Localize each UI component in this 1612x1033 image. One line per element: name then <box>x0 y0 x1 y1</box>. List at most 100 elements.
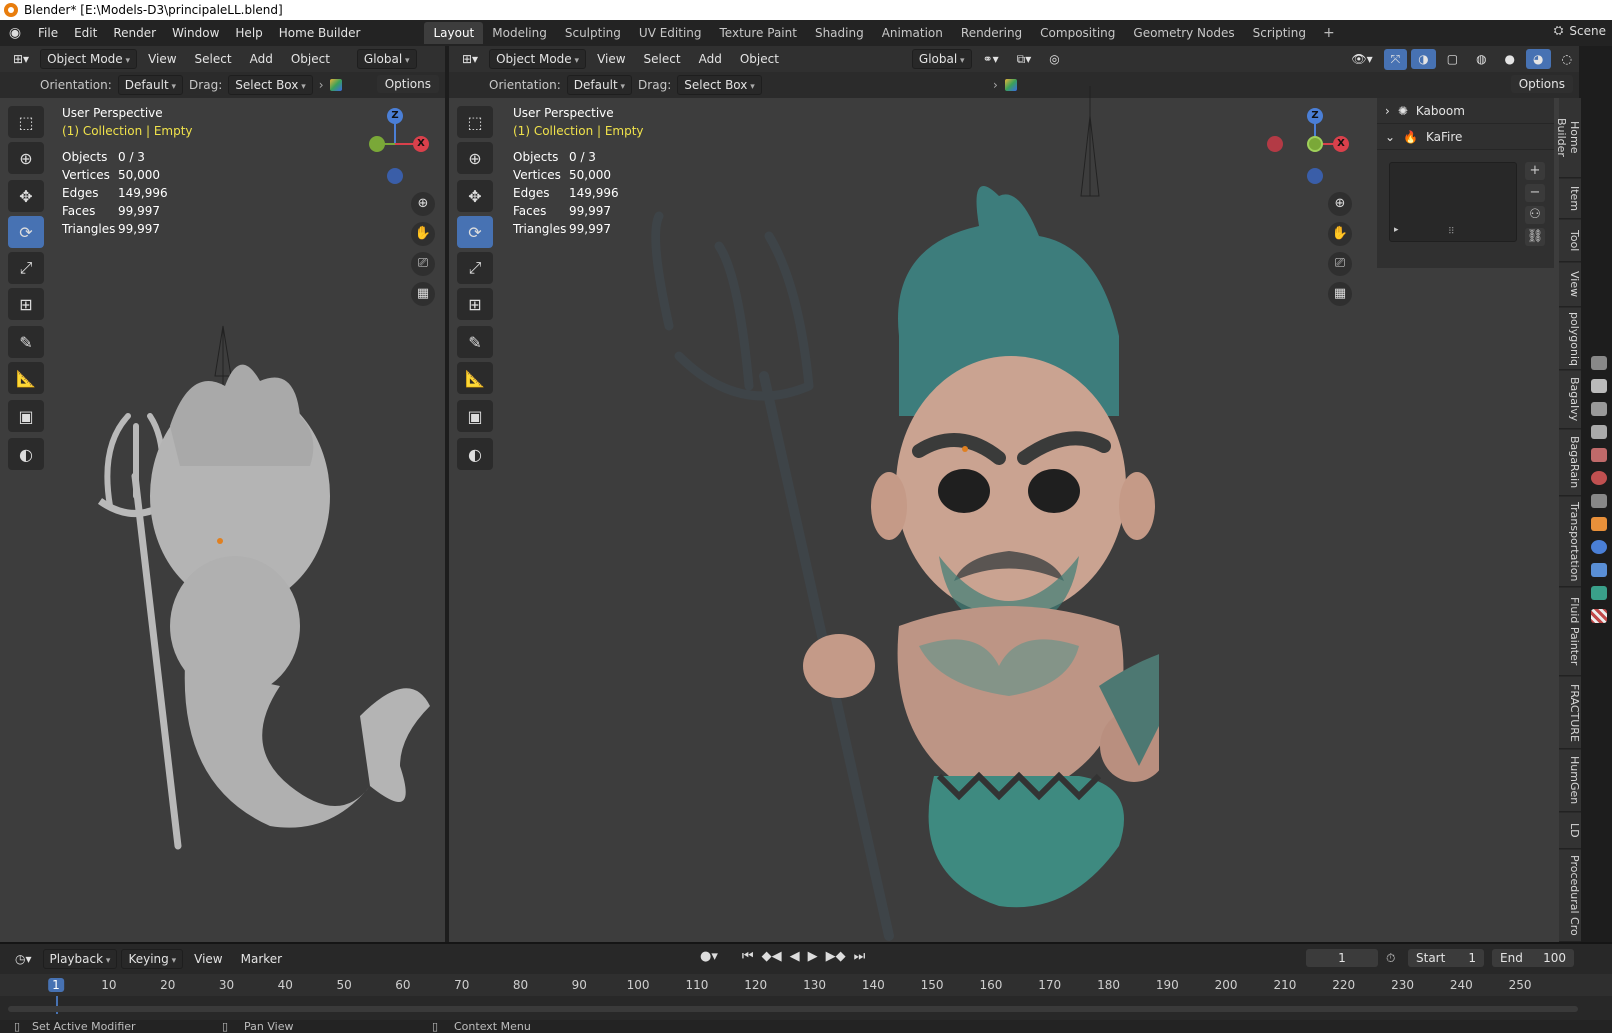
tab-bagaivy[interactable]: BagaIvy <box>1559 371 1581 429</box>
shading-tool-icon[interactable]: ◐ <box>457 438 493 470</box>
menu-view[interactable]: View <box>141 49 183 69</box>
select-box-tool-icon[interactable]: ⬚ <box>457 106 493 138</box>
move-tool-icon[interactable]: ✥ <box>8 180 44 212</box>
transform-orientation-dropdown[interactable]: Global <box>356 49 417 69</box>
frame-ruler[interactable]: 1 10 20 30 40 50 60 70 80 90 100 110 120 130 140 150 160… <box>0 974 1612 996</box>
tab-procedural-crowds[interactable]: Procedural Cro <box>1559 850 1581 942</box>
tab-scripting[interactable]: Scripting <box>1244 22 1315 44</box>
tool-properties-icon[interactable] <box>1591 356 1607 370</box>
transform-tool-icon[interactable]: ⊞ <box>8 288 44 320</box>
tab-ld[interactable]: LD <box>1559 813 1581 849</box>
options-button[interactable]: Options <box>376 75 439 93</box>
blender-menu-icon[interactable]: ◉ <box>0 25 30 41</box>
add-workspace-button[interactable]: + <box>1315 25 1343 41</box>
expand-triangle-icon[interactable]: ▸ <box>1394 225 1399 235</box>
camera-icon[interactable]: ⎚ <box>1328 252 1352 276</box>
tab-layout[interactable]: Layout <box>424 22 484 44</box>
mode-dropdown[interactable]: Object Mode <box>40 49 138 69</box>
panel-kafire[interactable]: ⌄ 🔥 KaFire <box>1377 124 1554 150</box>
rotate-tool-icon[interactable]: ⟳ <box>457 216 493 248</box>
tab-geometry-nodes[interactable]: Geometry Nodes <box>1124 22 1243 44</box>
tab-rendering[interactable]: Rendering <box>952 22 1031 44</box>
transform-tool-icon[interactable]: ⊞ <box>457 288 493 320</box>
scale-tool-icon[interactable]: ⤢ <box>457 252 493 284</box>
prev-keyframe-icon[interactable]: ◆◀ <box>762 949 782 964</box>
zoom-icon[interactable]: ⊕ <box>1328 192 1352 216</box>
rendered-shading-icon[interactable]: ◌ <box>1555 49 1579 69</box>
gizmo-x-axis[interactable]: X <box>1333 136 1349 152</box>
options-button[interactable]: Options <box>1510 75 1573 93</box>
jump-start-icon[interactable]: ⏮ <box>742 949 754 964</box>
tab-compositing[interactable]: Compositing <box>1031 22 1124 44</box>
keying-menu[interactable]: Keying <box>121 949 184 969</box>
cursor-tool-icon[interactable]: ⊕ <box>457 142 493 174</box>
navigation-gizmo[interactable]: Z X <box>1267 104 1355 184</box>
menu-select[interactable]: Select <box>637 49 688 69</box>
editor-type-button[interactable]: ⊞▾ <box>455 49 485 69</box>
play-icon[interactable]: ▶ <box>808 949 818 964</box>
pivot-point-icon[interactable]: ⚭▾ <box>976 49 1006 69</box>
play-reverse-icon[interactable]: ◀ <box>790 949 800 964</box>
tab-polygoniq[interactable]: polygoniq <box>1559 308 1581 370</box>
gizmo-y-axis[interactable] <box>369 136 385 152</box>
gizmo-y-axis[interactable] <box>1307 136 1323 152</box>
menu-render[interactable]: Render <box>105 26 164 40</box>
stopwatch-icon[interactable]: ⏱ <box>1386 951 1395 966</box>
tab-home-builder[interactable]: Home Builder <box>1555 98 1581 178</box>
transform-orientation-dropdown[interactable]: Global <box>911 49 972 69</box>
move-tool-icon[interactable]: ✥ <box>457 180 493 212</box>
tab-uv-editing[interactable]: UV Editing <box>630 22 711 44</box>
editor-type-button[interactable]: ◷▾ <box>8 949 39 969</box>
tab-fluid-painter[interactable]: Fluid Painter <box>1559 588 1581 676</box>
end-frame-field[interactable]: End 100 <box>1492 949 1574 967</box>
scale-tool-icon[interactable]: ⤢ <box>8 252 44 284</box>
pan-hand-icon[interactable]: ✋ <box>1328 222 1352 246</box>
measure-tool-icon[interactable]: 📐 <box>457 362 493 394</box>
menu-window[interactable]: Window <box>164 26 227 40</box>
pan-hand-icon[interactable]: ✋ <box>411 222 435 246</box>
group-icon[interactable]: ⚇ <box>1525 206 1545 224</box>
playback-menu[interactable]: Playback <box>42 949 118 969</box>
constraints-icon[interactable] <box>1591 563 1607 577</box>
add-cube-tool-icon[interactable]: ▣ <box>457 400 493 432</box>
menu-object[interactable]: Object <box>284 49 337 69</box>
sculpt-mermaid-model[interactable] <box>40 266 440 886</box>
gizmo-x-axis[interactable]: X <box>413 136 429 152</box>
tab-tool[interactable]: Tool <box>1559 220 1581 262</box>
addon-cube-icon[interactable] <box>329 79 342 91</box>
gizmo-neg-x-axis[interactable] <box>1267 136 1283 152</box>
gizmo-z-axis[interactable]: Z <box>1307 108 1323 124</box>
output-properties-icon[interactable] <box>1591 402 1607 416</box>
tab-humgen[interactable]: HumGen <box>1559 750 1581 812</box>
timeline-scrollbar[interactable] <box>8 1006 1578 1012</box>
marker-menu[interactable]: Marker <box>234 949 289 969</box>
menu-edit[interactable]: Edit <box>66 26 105 40</box>
gizmo-neg-z-axis[interactable] <box>1307 168 1323 184</box>
remove-item-button[interactable]: − <box>1525 184 1545 202</box>
snap-icon[interactable]: ⧉▾ <box>1010 49 1039 70</box>
add-item-button[interactable]: + <box>1525 162 1545 180</box>
tab-bagarain[interactable]: BagaRain <box>1559 430 1581 496</box>
tab-item[interactable]: Item <box>1559 179 1581 219</box>
collection-properties-icon[interactable] <box>1591 494 1607 508</box>
select-box-tool-icon[interactable]: ⬚ <box>8 106 44 138</box>
solid-shading-icon[interactable]: ● <box>1498 49 1522 69</box>
drag-dropdown[interactable]: Select Box <box>228 75 313 95</box>
add-cube-tool-icon[interactable]: ▣ <box>8 400 44 432</box>
current-frame-field[interactable]: 1 <box>1306 949 1378 967</box>
xray-icon[interactable]: ▢ <box>1440 49 1465 69</box>
visibility-icon[interactable]: 👁▾ <box>1344 49 1379 69</box>
scene-properties-icon[interactable] <box>1591 448 1607 462</box>
start-frame-field[interactable]: Start 1 <box>1408 949 1484 967</box>
annotate-tool-icon[interactable]: ✎ <box>457 326 493 358</box>
tab-modeling[interactable]: Modeling <box>483 22 556 44</box>
menu-help[interactable]: Help <box>227 26 270 40</box>
view-layer-icon[interactable] <box>1591 425 1607 439</box>
annotate-tool-icon[interactable]: ✎ <box>8 326 44 358</box>
cursor-tool-icon[interactable]: ⊕ <box>8 142 44 174</box>
gizmo-neg-z-axis[interactable] <box>387 168 403 184</box>
panel-kaboom[interactable]: › ✺ Kaboom <box>1377 98 1554 124</box>
tab-transportation[interactable]: Transportation <box>1559 497 1581 587</box>
grid-perspective-icon[interactable]: ▦ <box>1328 282 1352 306</box>
next-keyframe-icon[interactable]: ▶◆ <box>826 949 846 964</box>
